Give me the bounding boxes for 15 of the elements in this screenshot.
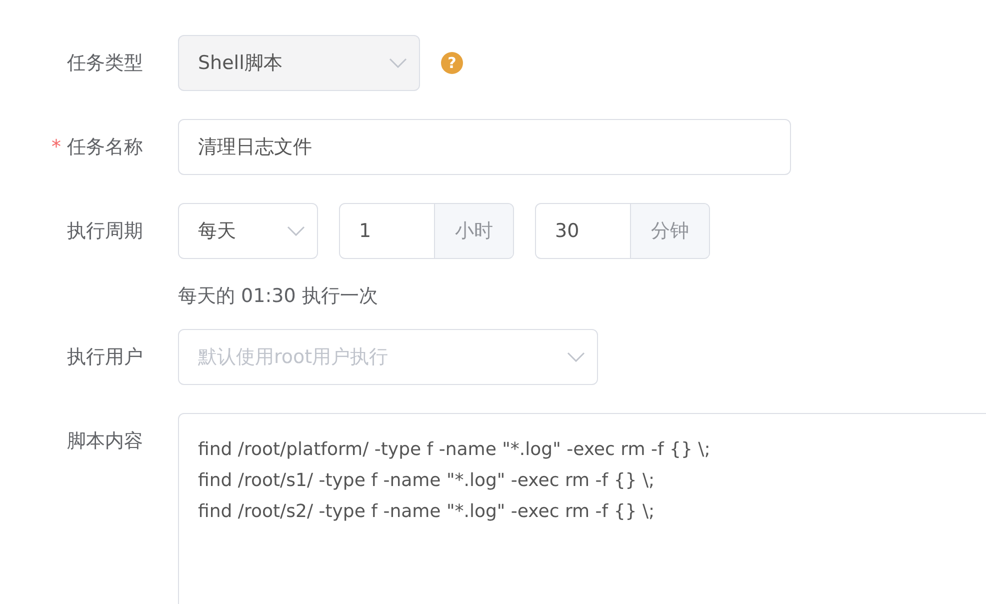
- input-field[interactable]: 清理日志文件: [178, 119, 791, 175]
- number-field[interactable]: 1 小时: [339, 203, 514, 259]
- field-label: 执行用户: [67, 345, 143, 370]
- field-label: 执行周期: [67, 219, 143, 244]
- chevron-down-icon: [287, 226, 305, 236]
- field-label: 脚本内容: [67, 429, 143, 454]
- chevron-down-icon: [389, 58, 407, 68]
- schedule-summary: 每天的 01:30 执行一次: [178, 284, 379, 309]
- script-editor[interactable]: find /root/platform/ -type f -name "*.log" -exec rm -f {} \; find /root/s1/ -type f -name "*.log" -exec rm -f {} \; find /root/s2/ -type f -name "*.log" -exec rm -f {} \;: [178, 413, 986, 604]
- select-field[interactable]: 每天: [178, 203, 318, 259]
- number-field[interactable]: 30 分钟: [535, 203, 710, 259]
- required-asterisk: *: [52, 136, 61, 158]
- field-label: 任务名称: [67, 135, 143, 160]
- field-label: 任务类型: [67, 51, 143, 76]
- chevron-down-icon: [567, 352, 585, 362]
